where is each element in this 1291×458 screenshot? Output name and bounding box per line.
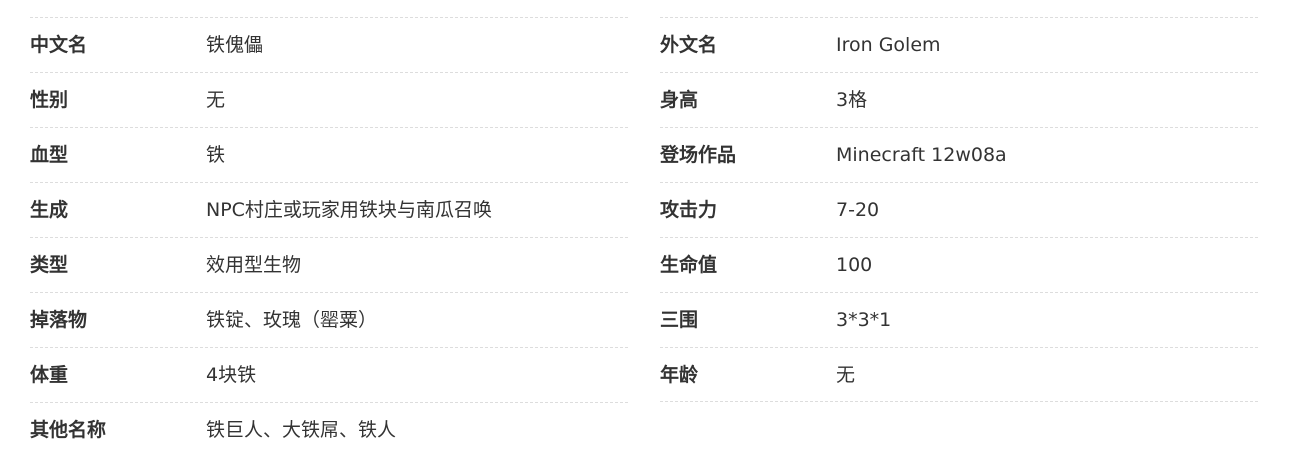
- info-row-health: 生命值 100: [660, 237, 1258, 292]
- info-row-height: 身高 3格: [660, 72, 1258, 127]
- info-value: 铁巨人、大铁屌、铁人: [206, 419, 397, 441]
- basic-info-box: 中文名 铁傀儡 性别 无 血型 铁 生成 NPC村庄或玩家用铁块与南瓜召唤 类型…: [0, 0, 1291, 458]
- info-label: 登场作品: [660, 144, 737, 166]
- info-value: 无: [206, 89, 226, 111]
- info-value: NPC村庄或玩家用铁块与南瓜召唤: [206, 199, 492, 221]
- info-row-chinese-name: 中文名 铁傀儡: [30, 17, 628, 72]
- info-label: 生命值: [660, 254, 718, 276]
- info-label: 中文名: [30, 34, 88, 56]
- info-value: 4块铁: [206, 364, 257, 386]
- info-value: 3*3*1: [836, 309, 892, 331]
- basic-info-left-column: 中文名 铁傀儡 性别 无 血型 铁 生成 NPC村庄或玩家用铁块与南瓜召唤 类型…: [30, 17, 628, 457]
- info-label: 类型: [30, 254, 69, 276]
- info-row-blood-type: 血型 铁: [30, 127, 628, 182]
- info-row-appearance: 登场作品 Minecraft 12w08a: [660, 127, 1258, 182]
- info-row-drops: 掉落物 铁锭、玫瑰（罂粟）: [30, 292, 628, 347]
- info-row-weight: 体重 4块铁: [30, 347, 628, 402]
- info-row-foreign-name: 外文名 Iron Golem: [660, 17, 1258, 72]
- info-label: 生成: [30, 199, 69, 221]
- info-label: 其他名称: [30, 419, 107, 441]
- info-label: 掉落物: [30, 309, 88, 331]
- basic-info-right-column: 外文名 Iron Golem 身高 3格 登场作品 Minecraft 12w0…: [660, 17, 1258, 402]
- info-label: 性别: [30, 89, 69, 111]
- info-row-gender: 性别 无: [30, 72, 628, 127]
- info-row-attack: 攻击力 7-20: [660, 182, 1258, 237]
- info-value: 无: [836, 364, 856, 386]
- info-value: 铁锭、玫瑰（罂粟）: [206, 309, 378, 331]
- info-row-age: 年龄 无: [660, 347, 1258, 402]
- info-value: Iron Golem: [836, 34, 941, 56]
- info-value: Minecraft 12w08a: [836, 144, 1007, 166]
- info-row-other-names: 其他名称 铁巨人、大铁屌、铁人: [30, 402, 628, 457]
- info-value: 铁傀儡: [206, 34, 264, 56]
- info-label: 身高: [660, 89, 699, 111]
- info-value: 效用型生物: [206, 254, 302, 276]
- info-label: 年龄: [660, 364, 699, 386]
- info-value: 铁: [206, 144, 226, 166]
- info-row-type: 类型 效用型生物: [30, 237, 628, 292]
- info-value: 100: [836, 254, 873, 276]
- info-value: 7-20: [836, 199, 880, 221]
- info-row-measurements: 三围 3*3*1: [660, 292, 1258, 347]
- info-value: 3格: [836, 89, 868, 111]
- info-label: 外文名: [660, 34, 718, 56]
- info-label: 攻击力: [660, 199, 718, 221]
- info-label: 血型: [30, 144, 69, 166]
- info-row-spawn: 生成 NPC村庄或玩家用铁块与南瓜召唤: [30, 182, 628, 237]
- info-label: 三围: [660, 309, 699, 331]
- info-label: 体重: [30, 364, 69, 386]
